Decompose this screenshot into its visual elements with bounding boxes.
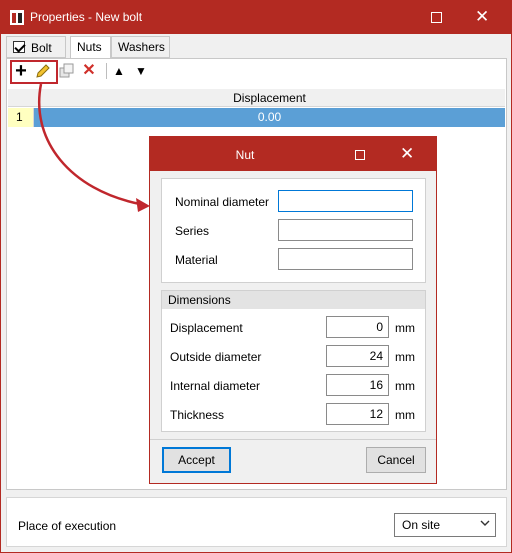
footer-divider	[150, 439, 436, 440]
delete-icon[interactable]: ✕	[80, 62, 98, 80]
place-of-execution-select[interactable]: On site	[394, 513, 496, 537]
tab-nuts[interactable]: Nuts	[70, 36, 111, 59]
checkbox-icon[interactable]	[13, 41, 25, 53]
app-icon	[10, 10, 24, 25]
unit-label: mm	[395, 321, 415, 335]
nominal-diameter-input[interactable]	[278, 190, 413, 212]
nut-dialog: Nut ✕ Nominal diameter Series Material D…	[149, 136, 437, 484]
internal-diameter-label: Internal diameter	[170, 379, 261, 393]
displacement-input[interactable]: 0	[326, 316, 389, 338]
dimensions-group: Dimensions Displacement 0 mm Outside dia…	[161, 290, 426, 432]
toolbar: + ✕ ▲ ▼	[6, 59, 507, 85]
tab-bolt[interactable]: Bolt	[6, 36, 66, 58]
tab-label: Nuts	[77, 40, 102, 54]
grid-header: Displacement	[8, 89, 505, 107]
cancel-button[interactable]: Cancel	[366, 447, 426, 473]
displacement-label: Displacement	[170, 321, 243, 335]
copy-icon[interactable]	[58, 62, 76, 80]
internal-diameter-input[interactable]: 16	[326, 374, 389, 396]
pencil-icon[interactable]	[34, 62, 52, 80]
maximize-button[interactable]	[355, 150, 365, 160]
thickness-input[interactable]: 12	[326, 403, 389, 425]
dimensions-title: Dimensions	[162, 291, 425, 309]
chevron-down-icon	[480, 520, 490, 526]
thickness-label: Thickness	[170, 408, 225, 422]
outside-diameter-input[interactable]: 24	[326, 345, 389, 367]
tab-label: Washers	[118, 40, 165, 54]
arrow-down-icon[interactable]: ▼	[132, 62, 150, 80]
execution-panel: Place of execution On site	[6, 497, 507, 547]
accept-button[interactable]: Accept	[162, 447, 231, 473]
tab-label: Bolt	[31, 41, 52, 55]
outside-diameter-label: Outside diameter	[170, 350, 262, 364]
unit-label: mm	[395, 408, 415, 422]
toolbar-separator	[106, 63, 107, 79]
unit-label: mm	[395, 350, 415, 364]
series-input[interactable]	[278, 219, 413, 241]
material-label: Material	[175, 253, 218, 267]
dialog-titlebar: Nut ✕	[150, 137, 436, 171]
cell-displacement[interactable]: 0.00	[34, 108, 505, 127]
nominal-diameter-label: Nominal diameter	[175, 195, 270, 209]
plus-icon[interactable]: +	[12, 61, 30, 81]
maximize-button[interactable]	[431, 12, 442, 23]
material-input[interactable]	[278, 248, 413, 270]
select-value: On site	[402, 518, 441, 532]
row-number[interactable]: 1	[8, 108, 34, 127]
series-label: Series	[175, 224, 210, 238]
window-title: Properties - New bolt	[30, 10, 143, 24]
unit-label: mm	[395, 379, 415, 393]
close-button[interactable]: ✕	[475, 7, 489, 27]
dialog-title: Nut	[235, 148, 255, 162]
column-header-displacement[interactable]: Displacement	[34, 91, 505, 105]
close-button[interactable]: ✕	[400, 145, 414, 163]
place-of-execution-label: Place of execution	[18, 519, 117, 533]
window-titlebar: Properties - New bolt ✕	[1, 1, 511, 34]
nut-properties-group: Nominal diameter Series Material	[161, 178, 426, 283]
table-row[interactable]: 1 0.00	[8, 108, 505, 127]
arrow-up-icon[interactable]: ▲	[110, 62, 128, 80]
tab-washers[interactable]: Washers	[111, 36, 170, 58]
